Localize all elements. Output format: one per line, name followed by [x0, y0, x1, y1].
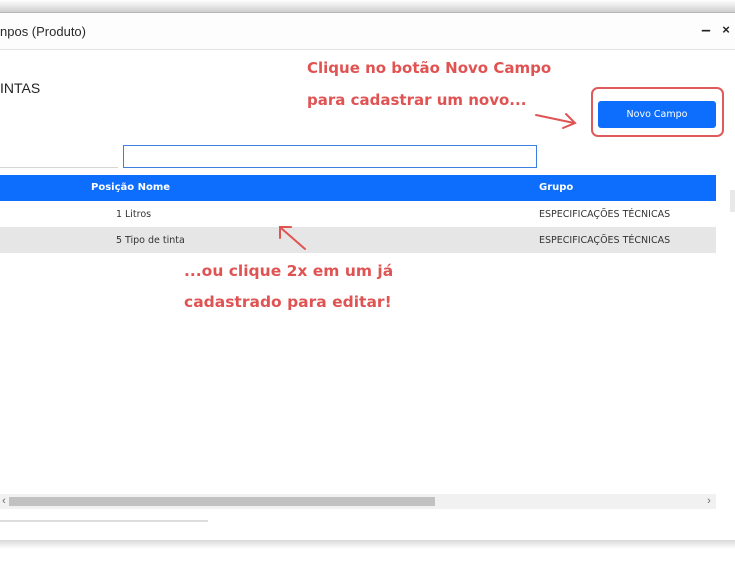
annotation-button-hint-line1: Clique no botão Novo Campo [307, 59, 552, 77]
cell-posicao: 1 [116, 209, 123, 220]
filter-field[interactable] [0, 145, 118, 168]
bottom-divider [0, 520, 208, 522]
bottom-shadow [0, 540, 735, 549]
cell-nome: Tipo de tinta [125, 235, 185, 246]
annotation-row-hint-line2: cadastrado para editar! [184, 293, 392, 311]
annotation-button-hint-line2: para cadastrar um novo... [307, 91, 527, 109]
cell-nome: Litros [125, 209, 152, 220]
window-titlebar[interactable]: npos (Produto) – × [0, 13, 735, 50]
search-input[interactable] [123, 145, 537, 168]
header-posicao-nome[interactable]: Posição Nome [91, 182, 170, 193]
table-row[interactable]: 5 Tipo de tinta ESPECIFICAÇÕES TÉCNICAS [0, 227, 716, 253]
scroll-right-icon[interactable]: › [703, 494, 715, 509]
minimize-button[interactable]: – [698, 17, 714, 43]
side-divider [730, 190, 735, 212]
cell-grupo: ESPECIFICAÇÕES TÉCNICAS [539, 235, 671, 246]
scrollbar-thumb[interactable] [9, 497, 435, 506]
table-row[interactable]: 1 Litros ESPECIFICAÇÕES TÉCNICAS [0, 201, 716, 227]
header-grupo[interactable]: Grupo [539, 182, 573, 193]
annotation-row-hint-line1: ...ou clique 2x em um já [184, 262, 394, 280]
novo-campo-button[interactable]: Novo Campo [598, 101, 716, 128]
scroll-left-icon[interactable]: ‹ [0, 494, 8, 509]
horizontal-scrollbar[interactable]: ‹ › [0, 494, 716, 509]
close-button[interactable]: × [718, 17, 734, 43]
product-name: INTAS [0, 80, 41, 96]
window-title: npos (Produto) [0, 24, 86, 39]
grid-header: Posição Nome Grupo [0, 175, 716, 201]
cell-grupo: ESPECIFICAÇÕES TÉCNICAS [539, 209, 671, 220]
cell-posicao: 5 [116, 235, 123, 246]
top-shadow [0, 0, 735, 12]
